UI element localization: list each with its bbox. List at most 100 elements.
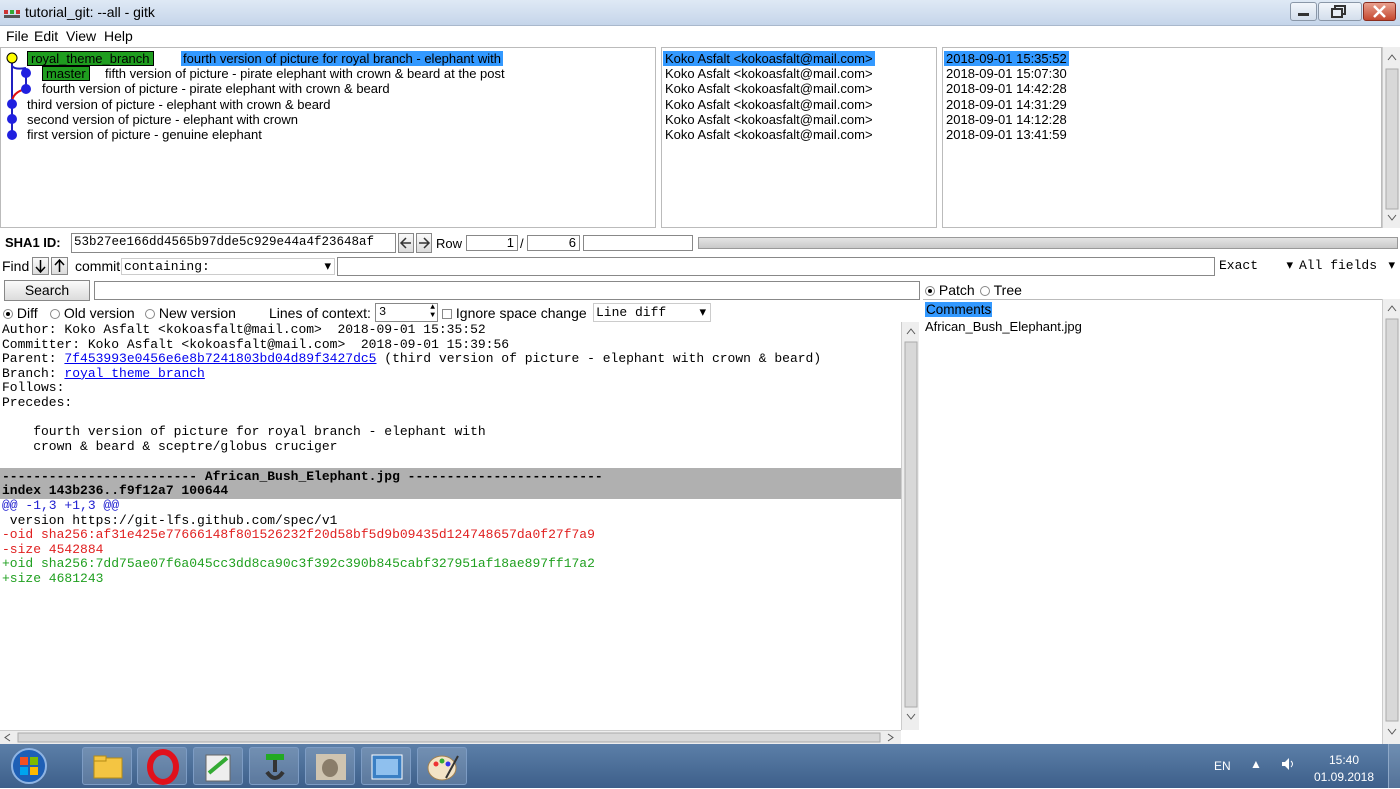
file-list[interactable]: Comments African_Bush_Elephant.jpg xyxy=(923,299,1382,744)
file-header-line: ------------------------- African_Bush_E… xyxy=(2,468,603,484)
commit-subject-selected[interactable]: fourth version of picture for royal bran… xyxy=(181,51,503,66)
commit-subject[interactable]: second version of picture - elephant wit… xyxy=(27,112,298,127)
find-label: Find xyxy=(2,258,30,274)
diff-horizontal-scrollbar[interactable] xyxy=(0,730,901,744)
tree-radio[interactable]: Tree xyxy=(980,282,1022,298)
author-line: Author: Koko Asfalt <kokoasfalt@mail.com… xyxy=(2,322,486,337)
parent-label: Parent: xyxy=(2,351,65,367)
commit-author[interactable]: Koko Asfalt <kokoasfalt@mail.com> xyxy=(665,97,873,112)
radio-icon xyxy=(925,286,935,297)
commit-date[interactable]: 2018-09-01 15:07:30 xyxy=(946,66,1067,81)
file-item[interactable]: African_Bush_Elephant.jpg xyxy=(925,319,1082,334)
find-type-value: containing: xyxy=(124,259,210,274)
commit-author[interactable]: Koko Asfalt <kokoasfalt@mail.com> xyxy=(665,112,873,127)
precedes-line: Precedes: xyxy=(2,395,73,410)
diff-vertical-scrollbar[interactable] xyxy=(901,322,919,730)
ignore-space-checkbox[interactable]: Ignore space change xyxy=(442,305,587,321)
patch-label: Patch xyxy=(938,282,975,298)
commit-list-scrollbar[interactable] xyxy=(1382,47,1400,228)
commit-message-line: fourth version of picture for royal bran… xyxy=(2,424,486,440)
restore-button[interactable] xyxy=(1318,2,1362,21)
radio-icon xyxy=(3,309,13,320)
diff-style-dropdown[interactable]: Line diff ▾ xyxy=(593,303,711,322)
commit-graph-pane[interactable]: royal_theme_branch master fourth version… xyxy=(0,47,656,228)
parent-hash-link[interactable]: 7f453993e0456e6e8b7241803bd04d89f3427dc5 xyxy=(64,351,376,366)
commit-subject[interactable]: fifth version of picture - pirate elepha… xyxy=(105,66,505,81)
new-version-radio[interactable]: New version xyxy=(145,305,236,321)
file-list-scrollbar[interactable] xyxy=(1382,299,1400,744)
diff-view[interactable]: Author: Koko Asfalt <kokoasfalt@mail.com… xyxy=(0,322,901,730)
branch-tag-royal-theme[interactable]: royal_theme_branch xyxy=(27,51,154,66)
commit-date[interactable]: 2018-09-01 13:41:59 xyxy=(946,127,1067,142)
menu-view[interactable]: View xyxy=(66,28,96,44)
opera-taskbar-icon[interactable] xyxy=(137,747,187,785)
spin-arrows-icon[interactable]: ▲ ▼ xyxy=(430,304,435,320)
tree-label: Tree xyxy=(993,282,1022,298)
sha1-input[interactable]: 53b27ee166dd4565b97dde5c929e44a4f23648af xyxy=(71,233,396,253)
menu-help[interactable]: Help xyxy=(104,28,133,44)
field-scope-value: All fields xyxy=(1299,258,1378,273)
deleted-line: -size 4542884 xyxy=(2,541,104,557)
menu-edit[interactable]: Edit xyxy=(34,28,58,44)
clock-time[interactable]: 15:40 xyxy=(1314,753,1374,767)
paint-taskbar-icon[interactable] xyxy=(417,747,467,785)
commit-author-selected[interactable]: Koko Asfalt <kokoasfalt@mail.com> xyxy=(663,51,875,66)
find-input[interactable] xyxy=(337,257,1215,276)
start-button[interactable] xyxy=(8,747,50,785)
speaker-icon[interactable] xyxy=(1280,756,1296,775)
context-spinbox[interactable]: 3 ▲ ▼ xyxy=(375,303,438,322)
context-value: 3 xyxy=(379,305,387,319)
editor-taskbar-icon[interactable] xyxy=(193,747,243,785)
diff-mode-radio[interactable]: Diff xyxy=(3,305,38,321)
field-scope-dropdown[interactable]: All fields ▾ xyxy=(1297,258,1397,275)
image-viewer-taskbar-icon[interactable] xyxy=(305,747,355,785)
commit-author[interactable]: Koko Asfalt <kokoasfalt@mail.com> xyxy=(665,127,873,142)
branch-tag-master[interactable]: master xyxy=(42,66,90,81)
find-up-arrow-icon[interactable] xyxy=(51,257,68,275)
back-arrow-icon[interactable] xyxy=(398,233,414,253)
find-type-dropdown[interactable]: containing: ▾ xyxy=(121,258,335,275)
commit-subject[interactable]: first version of picture - genuine eleph… xyxy=(27,127,262,142)
branch-link[interactable]: royal_theme_branch xyxy=(64,366,204,381)
show-hidden-icons-icon[interactable]: ▲ xyxy=(1250,757,1262,771)
comments-item[interactable]: Comments xyxy=(925,302,993,317)
commit-date[interactable]: 2018-09-01 14:42:28 xyxy=(946,81,1067,96)
commit-date-pane[interactable]: 2018-09-01 15:35:52 2018-09-01 15:07:30 … xyxy=(942,47,1382,228)
ignore-space-label: Ignore space change xyxy=(455,305,587,321)
menu-file[interactable]: File xyxy=(6,28,29,44)
parent-subject: (third version of picture - elephant wit… xyxy=(376,351,822,367)
row-current: 1 xyxy=(466,235,518,251)
diff-style-value: Line diff xyxy=(596,305,667,320)
parent-line: Parent: 7f453993e0456e6e8b7241803bd04d89… xyxy=(2,351,822,367)
search-input[interactable] xyxy=(94,281,920,300)
commit-subject[interactable]: fourth version of picture - pirate eleph… xyxy=(42,81,390,96)
committer-line: Committer: Koko Asfalt <kokoasfalt@mail.… xyxy=(2,336,510,352)
patch-radio[interactable]: Patch xyxy=(925,282,975,298)
taskbar: EN ▲ 15:40 01.09.2018 xyxy=(0,744,1400,788)
commit-date[interactable]: 2018-09-01 14:12:28 xyxy=(946,112,1067,127)
clock-date[interactable]: 01.09.2018 xyxy=(1310,770,1378,784)
minimize-button[interactable] xyxy=(1290,2,1317,21)
language-indicator[interactable]: EN xyxy=(1214,759,1231,773)
close-window-button[interactable] xyxy=(1363,2,1396,21)
search-button[interactable]: Search xyxy=(4,280,90,301)
explorer-taskbar-icon[interactable] xyxy=(82,747,132,785)
git-taskbar-icon[interactable] xyxy=(249,747,299,785)
commit-subject[interactable]: third version of picture - elephant with… xyxy=(27,97,331,112)
row-total: 6 xyxy=(527,235,580,251)
window-title: tutorial_git: --all - gitk xyxy=(25,4,155,20)
show-desktop-button[interactable] xyxy=(1388,744,1400,788)
commit-author-pane[interactable]: Koko Asfalt <kokoasfalt@mail.com> Koko A… xyxy=(661,47,937,228)
commit-date[interactable]: 2018-09-01 14:31:29 xyxy=(946,97,1067,112)
forward-arrow-icon[interactable] xyxy=(416,233,432,253)
commit-date-selected[interactable]: 2018-09-01 15:35:52 xyxy=(944,51,1069,66)
commit-author[interactable]: Koko Asfalt <kokoasfalt@mail.com> xyxy=(665,66,873,81)
commit-author[interactable]: Koko Asfalt <kokoasfalt@mail.com> xyxy=(665,81,873,96)
photo-viewer-taskbar-icon[interactable] xyxy=(361,747,411,785)
gitk-app-icon xyxy=(4,8,20,18)
branch-label: Branch: xyxy=(2,365,65,381)
follows-line: Follows: xyxy=(2,380,65,396)
find-down-arrow-icon[interactable] xyxy=(32,257,49,275)
match-mode-dropdown[interactable]: Exact ▾ xyxy=(1217,258,1295,275)
old-version-radio[interactable]: Old version xyxy=(50,305,135,321)
